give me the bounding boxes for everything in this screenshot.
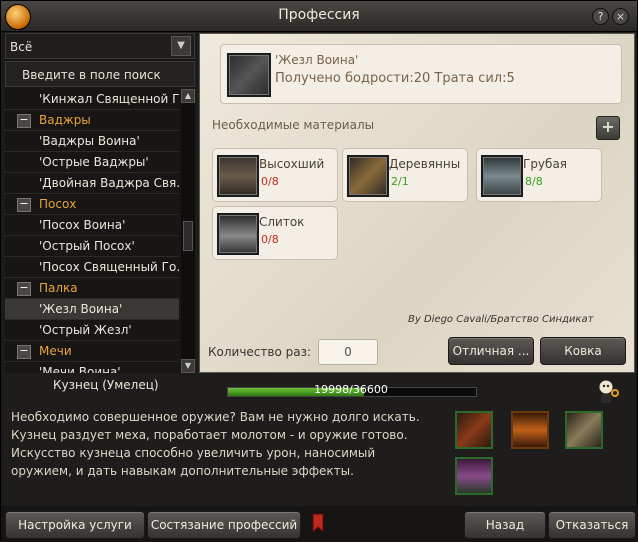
- row-label: Посох: [39, 197, 77, 211]
- scroll-up-icon[interactable]: ▲: [181, 89, 195, 103]
- wooden-sword-icon: [347, 155, 389, 197]
- crossed-weapons-skill-icon[interactable]: [565, 411, 603, 449]
- item-stats: Получено бодрости:20 Трата сил:5: [275, 71, 515, 86]
- recipe-row[interactable]: 'Посох Священный Го...: [5, 257, 179, 278]
- list-scrollbar[interactable]: ▲ ▼: [181, 89, 195, 373]
- recipe-row[interactable]: 'Острый Жезл': [5, 320, 179, 341]
- back-button[interactable]: Назад: [464, 511, 546, 539]
- scroll-down-icon[interactable]: ▼: [181, 359, 195, 373]
- staff-item-icon[interactable]: [227, 53, 271, 97]
- row-label: Палка: [39, 281, 78, 295]
- chevron-down-icon[interactable]: ▼: [171, 36, 191, 56]
- profession-name: Кузнец (Умелец): [53, 378, 159, 392]
- quantity-input[interactable]: 0: [318, 339, 378, 365]
- recipe-tree: 'Кинжал Священной Г... − Ваджры 'Ваджры Вои…: [5, 89, 179, 373]
- recipe-row[interactable]: 'Жезл Воина': [5, 299, 179, 320]
- row-label: 'Острый Посох': [39, 239, 135, 253]
- material-slot[interactable]: Грубая 8/8: [476, 148, 602, 202]
- bookmark-icon[interactable]: [312, 513, 324, 533]
- author-signature: By Diego Cavali/Братство Синдикат: [408, 314, 594, 325]
- row-label: 'Жезл Воина': [39, 302, 123, 316]
- category-row[interactable]: − Посох: [5, 194, 179, 215]
- forge-button[interactable]: Ковка: [540, 337, 626, 365]
- collapse-icon[interactable]: −: [17, 282, 31, 296]
- material-name: Грубая: [523, 157, 568, 171]
- row-label: 'Двойная Ваджра Свя...: [39, 176, 179, 190]
- refuse-button[interactable]: Отказаться: [548, 511, 636, 539]
- material-slot[interactable]: Высохший 0/8: [212, 148, 338, 202]
- material-count: 0/8: [261, 175, 279, 188]
- blacksmith-avatar-icon: [598, 379, 619, 403]
- progress-text: 19998/36600: [314, 383, 388, 396]
- material-name: Высохший: [259, 157, 325, 171]
- profession-competition-button[interactable]: Состязание профессий: [147, 511, 301, 539]
- row-label: 'Кинжал Священной Г...: [39, 92, 179, 106]
- quantity-label: Количество раз:: [208, 345, 312, 359]
- profession-description: Необходимо совершенное оружие? Вам не ну…: [11, 410, 420, 478]
- add-materials-button[interactable]: +: [596, 116, 620, 140]
- profession-info-panel: Кузнец (Умелец) 19998/36600 Необходимо с…: [3, 376, 637, 506]
- row-label: 'Ваджры Воина': [39, 134, 140, 148]
- scrollbar-thumb[interactable]: [183, 221, 193, 251]
- recipe-row[interactable]: 'Двойная Ваджра Свя...: [5, 173, 179, 194]
- material-count: 2/1: [391, 175, 409, 188]
- window-title: Профессия: [278, 7, 360, 23]
- row-label: 'Посох Священный Го...: [39, 260, 179, 274]
- character-skill-icon[interactable]: [455, 457, 493, 495]
- category-filter-select[interactable]: Всё ▼: [5, 33, 195, 59]
- item-name: 'Жезл Воина': [275, 53, 359, 67]
- row-label: Мечи: [39, 344, 72, 358]
- ingot-icon: [217, 213, 259, 255]
- help-button[interactable]: ?: [592, 8, 609, 25]
- close-button[interactable]: ×: [612, 8, 629, 25]
- category-filter-value: Всё: [10, 40, 33, 54]
- footer-bar: Настройка услуги Состязание профессий На…: [1, 506, 638, 542]
- row-label: Ваджры: [39, 113, 91, 127]
- recipe-row[interactable]: 'Посох Воина': [5, 215, 179, 236]
- material-name: Деревянны: [389, 157, 461, 171]
- profession-window: Профессия ? × Всё ▼ Введите в поле поиск…: [0, 0, 638, 542]
- material-count: 0/8: [261, 233, 279, 246]
- materials-label: Необходимые материалы: [212, 118, 375, 132]
- collapse-icon[interactable]: −: [17, 345, 31, 359]
- category-row[interactable]: − Палка: [5, 278, 179, 299]
- row-label: 'Посох Воина': [39, 218, 126, 232]
- cloth-roll-icon: [481, 155, 523, 197]
- fire-blade-skill-icon[interactable]: [511, 411, 549, 449]
- recipe-row[interactable]: 'Мечи Воина': [5, 362, 179, 373]
- collapse-icon[interactable]: −: [17, 198, 31, 212]
- category-row[interactable]: − Мечи: [5, 341, 179, 362]
- recipe-list-panel: Всё ▼ Введите в поле поиск 'Кинжал Свяще…: [5, 33, 195, 373]
- item-card: 'Жезл Воина' Получено бодрости:20 Трата …: [220, 44, 622, 104]
- recipe-row[interactable]: 'Кинжал Священной Г...: [5, 89, 179, 110]
- recipe-row[interactable]: 'Острый Посох': [5, 236, 179, 257]
- row-label: 'Острые Ваджры': [39, 155, 149, 169]
- search-placeholder: Введите в поле поиск: [22, 68, 161, 82]
- wood-bundle-icon: [217, 155, 259, 197]
- material-slot[interactable]: Деревянны 2/1: [342, 148, 468, 202]
- category-row[interactable]: − Ваджры: [5, 110, 179, 131]
- material-count: 8/8: [525, 175, 543, 188]
- material-slot[interactable]: Слиток 0/8: [212, 206, 338, 260]
- row-label: 'Острый Жезл': [39, 323, 132, 337]
- search-input[interactable]: Введите в поле поиск: [5, 61, 195, 87]
- material-name: Слиток: [259, 215, 305, 229]
- recipe-row[interactable]: 'Острые Ваджры': [5, 152, 179, 173]
- collapse-icon[interactable]: −: [17, 114, 31, 128]
- row-label: 'Мечи Воина': [39, 365, 121, 373]
- excellent-craft-button[interactable]: Отличная ...: [448, 337, 534, 365]
- recipe-row[interactable]: 'Ваджры Воина': [5, 131, 179, 152]
- service-settings-button[interactable]: Настройка услуги: [5, 511, 145, 539]
- recipe-detail-panel: 'Жезл Воина' Получено бодрости:20 Трата …: [199, 33, 635, 373]
- sword-skill-icon[interactable]: [455, 411, 493, 449]
- title-bar[interactable]: Профессия ? ×: [1, 1, 637, 32]
